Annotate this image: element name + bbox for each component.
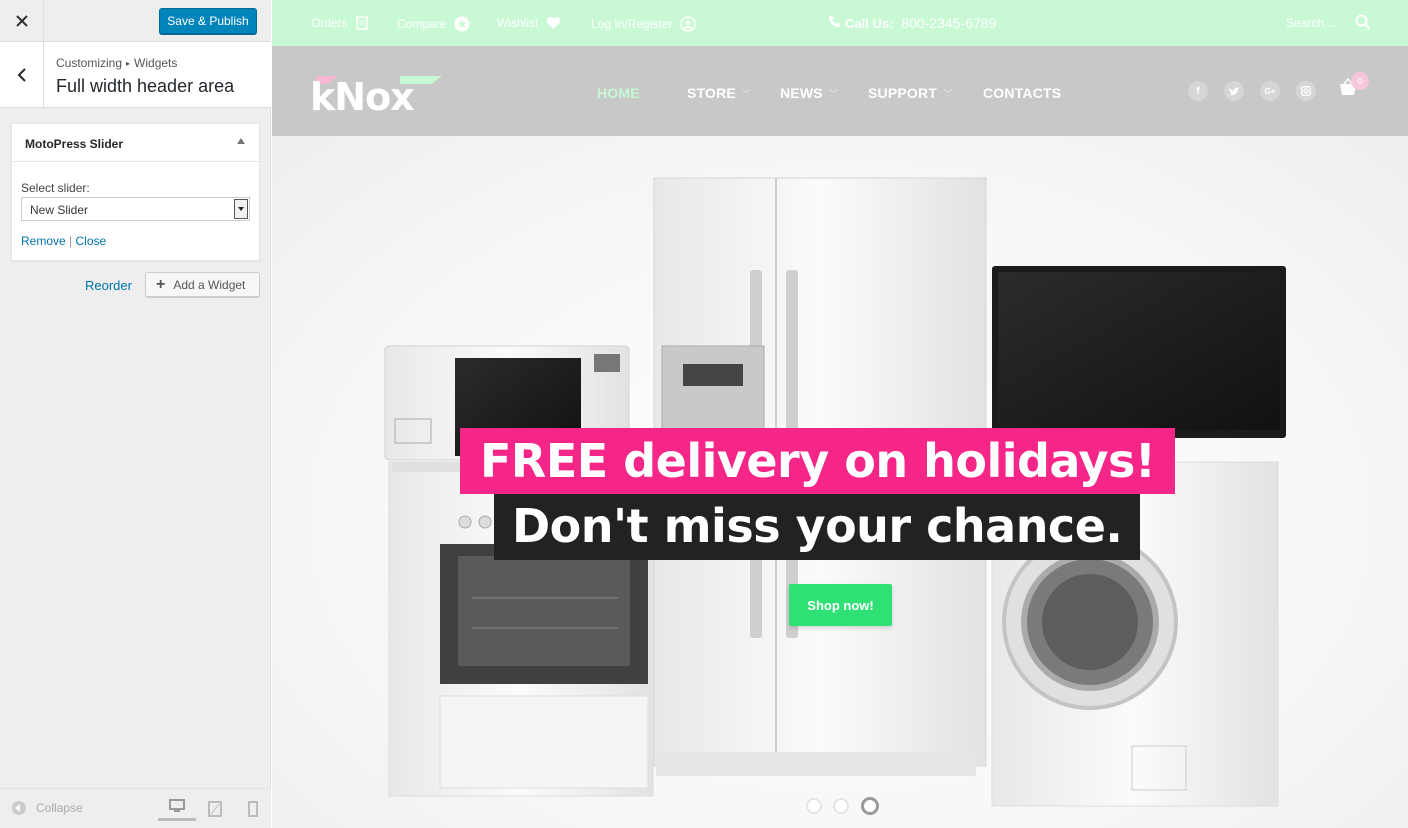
plus-icon: + bbox=[156, 275, 166, 293]
close-customizer-button[interactable] bbox=[0, 0, 44, 42]
panel-title: Full width header area bbox=[56, 76, 235, 96]
nav-store[interactable]: STORE ﹀ bbox=[687, 85, 751, 101]
heart-icon bbox=[546, 16, 561, 30]
preview-desktop-button[interactable] bbox=[158, 793, 196, 821]
customizer-header-actions: Save & Publish bbox=[0, 0, 271, 42]
nav-store-label: STORE bbox=[687, 85, 736, 101]
site-preview: Orders Compare Wishlist Log In/Register … bbox=[272, 0, 1408, 828]
collapse-button[interactable]: Collapse bbox=[12, 801, 83, 815]
chevron-down-icon: ﹀ bbox=[943, 88, 953, 99]
orders-icon bbox=[355, 16, 368, 30]
nav-contacts[interactable]: CONTACTS bbox=[983, 85, 1061, 101]
collapse-arrow-icon bbox=[12, 801, 26, 815]
orders-label: Orders bbox=[311, 16, 348, 30]
mobile-icon bbox=[248, 801, 258, 817]
search-icon[interactable] bbox=[1355, 14, 1371, 35]
add-widget-button[interactable]: + Add a Widget bbox=[145, 272, 260, 297]
slider-headline-2: Don't miss your chance. bbox=[494, 494, 1141, 560]
phone-number[interactable]: 800-2345-6789 bbox=[901, 15, 996, 31]
slider-headline-1: FREE delivery on holidays! bbox=[460, 428, 1176, 494]
preview-tablet-button[interactable] bbox=[204, 799, 226, 819]
customizer-sidebar: Save & Publish Customizing ▸ Widgets Full … bbox=[0, 0, 271, 828]
panel-header: Customizing ▸ Widgets Full width header ar… bbox=[0, 42, 271, 108]
breadcrumb-arrow-icon: ▸ bbox=[126, 59, 131, 68]
nav-news[interactable]: NEWS ﹀ bbox=[780, 85, 838, 101]
login-label: Log In/Register bbox=[591, 17, 673, 31]
nav-home-label: HOME bbox=[597, 85, 640, 101]
back-button[interactable] bbox=[0, 42, 44, 108]
slider-select-value: New Slider bbox=[30, 203, 89, 217]
twitter-icon[interactable] bbox=[1224, 81, 1244, 101]
dropdown-arrow-icon[interactable] bbox=[234, 199, 248, 219]
remove-widget-link[interactable]: Remove bbox=[21, 234, 66, 248]
customizer-footer: Collapse bbox=[0, 788, 271, 828]
facebook-icon[interactable]: f bbox=[1188, 81, 1208, 101]
cart-count-badge: 0 bbox=[1351, 72, 1369, 90]
orders-link[interactable]: Orders bbox=[311, 16, 368, 30]
save-publish-button[interactable]: Save & Publish bbox=[159, 8, 257, 34]
desktop-icon bbox=[169, 798, 185, 812]
collapse-label: Collapse bbox=[36, 801, 83, 815]
instagram-icon[interactable] bbox=[1296, 81, 1316, 101]
site-navbar: kNox HOME STORE ﹀ NEWS ﹀ SUPPORT ﹀ CONTACTS… bbox=[272, 46, 1408, 136]
chevron-down-icon: ﹀ bbox=[741, 88, 752, 99]
logo-wordmark: kNox bbox=[310, 75, 414, 112]
slider-dot-1[interactable] bbox=[806, 798, 822, 814]
site-logo[interactable]: kNox bbox=[310, 72, 442, 119]
call-us-label: Call Us: bbox=[845, 15, 894, 31]
tv bbox=[992, 266, 1286, 438]
chevron-down-icon: ﹀ bbox=[828, 88, 839, 99]
collapse-arrow-icon[interactable] bbox=[237, 138, 245, 144]
widget-header[interactable]: MotoPress Slider bbox=[12, 124, 259, 162]
breadcrumb-section: Widgets bbox=[134, 56, 178, 70]
motopress-slider-widget: MotoPress Slider Select slider: New Slid… bbox=[11, 123, 260, 261]
compare-icon bbox=[454, 16, 470, 32]
slider-select[interactable]: New Slider bbox=[21, 197, 250, 221]
breadcrumb: Customizing ▸ Widgets bbox=[56, 56, 177, 70]
nav-contacts-label: CONTACTS bbox=[983, 85, 1062, 101]
shop-now-button[interactable]: Shop now! bbox=[789, 584, 892, 626]
phone-icon bbox=[828, 15, 841, 31]
slider-dot-2[interactable] bbox=[833, 798, 849, 814]
site-topbar: Orders Compare Wishlist Log In/Register … bbox=[272, 0, 1408, 46]
hero-slider: FREE delivery on holidays! Don't miss yo… bbox=[272, 136, 1408, 828]
call-us: Call Us: 800-2345-6789 bbox=[828, 15, 996, 31]
close-widget-link[interactable]: Close bbox=[76, 234, 107, 248]
add-widget-label: Add a Widget bbox=[173, 277, 246, 292]
compare-label: Compare bbox=[397, 17, 447, 31]
search-input[interactable]: Search... bbox=[1286, 16, 1366, 30]
slider-dot-3-active[interactable] bbox=[861, 797, 879, 815]
breadcrumb-root: Customizing bbox=[56, 56, 123, 70]
select-slider-label: Select slider: bbox=[21, 181, 90, 195]
chevron-left-icon bbox=[17, 68, 26, 82]
nav-support[interactable]: SUPPORT ﹀ bbox=[868, 85, 952, 101]
widget-actions: Remove | Close bbox=[21, 234, 106, 248]
nav-home[interactable]: HOME bbox=[597, 85, 640, 101]
preview-mobile-button[interactable] bbox=[242, 799, 264, 819]
user-icon bbox=[680, 16, 697, 32]
wishlist-link[interactable]: Wishlist bbox=[497, 16, 561, 30]
google-plus-icon[interactable]: G+ bbox=[1260, 81, 1280, 101]
nav-support-label: SUPPORT bbox=[868, 85, 938, 101]
reorder-link[interactable]: Reorder bbox=[85, 278, 132, 293]
widget-title: MotoPress Slider bbox=[25, 137, 124, 151]
action-separator: | bbox=[69, 234, 73, 248]
wishlist-label: Wishlist bbox=[497, 16, 539, 30]
login-register-link[interactable]: Log In/Register bbox=[591, 16, 697, 32]
nav-news-label: NEWS bbox=[780, 85, 823, 101]
tablet-icon bbox=[208, 801, 222, 817]
close-icon bbox=[15, 15, 28, 27]
compare-link[interactable]: Compare bbox=[397, 16, 470, 32]
